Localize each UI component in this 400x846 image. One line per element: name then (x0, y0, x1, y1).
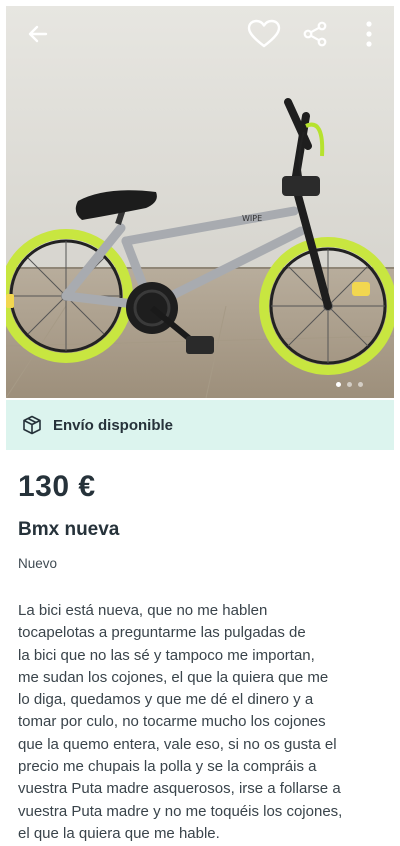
description-line: me sudan los cojones, el que la quiera q… (18, 668, 329, 686)
shipping-label: Envío disponible (53, 416, 174, 434)
heart-icon (247, 19, 281, 48)
pagination-dot[interactable] (336, 382, 341, 387)
description-line: vuestra Puta madre asquerosos, irse a fo… (18, 780, 341, 798)
price: 130 € (18, 470, 96, 503)
condition-label: Nuevo (18, 556, 58, 571)
product-photo[interactable]: WIPE (6, 6, 394, 398)
product-title: Bmx nueva (18, 519, 120, 540)
bmx-bike-image: WIPE (6, 6, 394, 398)
product-description: La bici está nueva, que no me hablen toc… (18, 600, 394, 845)
description-line: vuestra Puta madre y no me toquéis los c… (18, 802, 343, 820)
package-icon (23, 415, 41, 435)
more-options-button[interactable] (351, 16, 387, 52)
back-button[interactable] (20, 16, 56, 52)
share-button[interactable] (297, 16, 333, 52)
svg-text:WIPE: WIPE (242, 214, 262, 223)
description-line: La bici está nueva, que no me hablen (18, 602, 268, 619)
pagination-dot[interactable] (358, 382, 363, 387)
shipping-banner: Envío disponible (6, 400, 394, 450)
share-icon (303, 21, 327, 47)
more-vertical-icon (366, 21, 372, 47)
description-line: precio me chupais la polla y se la compr… (18, 758, 317, 776)
description-line: la bici que no las sé y tampoco me impor… (18, 646, 315, 664)
pagination-dot[interactable] (347, 382, 352, 387)
description-line: tomar por culo, no tocarme mucho los coj… (18, 713, 326, 731)
description-line: que la quemo entera, vale eso, si no os … (18, 735, 337, 753)
arrow-left-icon (28, 25, 48, 43)
favorite-button[interactable] (246, 16, 282, 52)
description-line: lo diga, quedamos y que me dé el dinero … (18, 691, 314, 709)
gallery-pagination (336, 382, 363, 387)
description-line: el que la quiera que me hable. (18, 824, 220, 842)
description-line: tocapelotas a preguntarme las pulgadas d… (18, 624, 306, 642)
